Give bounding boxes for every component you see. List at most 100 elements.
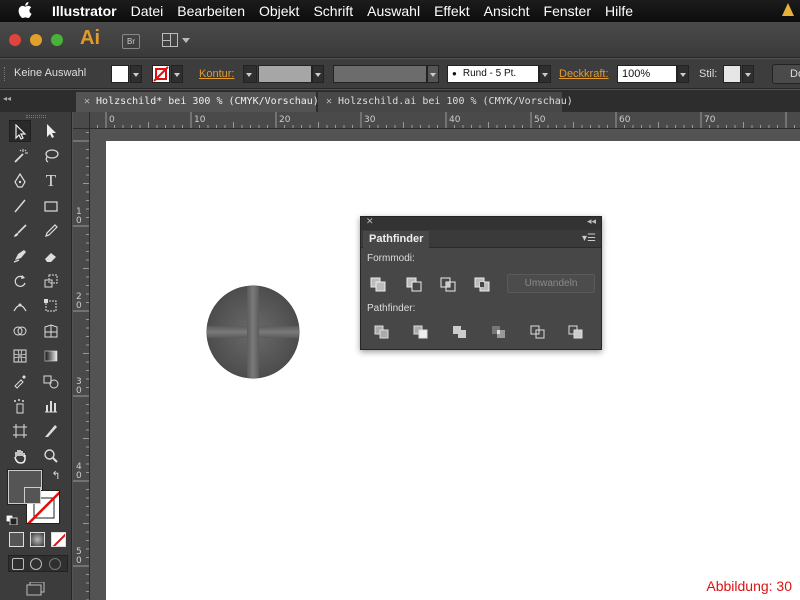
column-graph-tool[interactable]: [40, 395, 62, 417]
pen-tool[interactable]: [9, 170, 31, 192]
tab-pathfinder[interactable]: Pathfinder: [363, 231, 430, 248]
tab-holzschild-300[interactable]: ✕ Holzschild* bei 300 % (CMYK/Vorschau): [76, 92, 319, 112]
eraser-tool[interactable]: [40, 245, 62, 267]
perspective-grid-tool[interactable]: [40, 320, 62, 342]
variable-width-field[interactable]: [333, 65, 427, 83]
menu-effekt[interactable]: Effekt: [434, 3, 470, 19]
close-window-button[interactable]: [9, 34, 21, 46]
color-mode-button[interactable]: [9, 532, 24, 547]
stroke-dropdown[interactable]: [171, 65, 183, 83]
artboard-tool[interactable]: [9, 420, 31, 442]
zoom-window-button[interactable]: [51, 34, 63, 46]
menu-illustrator[interactable]: Illustrator: [52, 3, 117, 19]
stroke-weight-stepper[interactable]: [243, 65, 257, 83]
ruler-origin[interactable]: [73, 112, 90, 129]
selection-tool[interactable]: [9, 120, 31, 142]
trim-icon[interactable]: [412, 324, 430, 340]
panel-grip[interactable]: [4, 67, 7, 81]
swap-fill-stroke-icon[interactable]: ↰: [48, 470, 64, 484]
menu-datei[interactable]: Datei: [131, 3, 164, 19]
minus-back-icon[interactable]: [567, 324, 585, 340]
blend-tool[interactable]: [40, 370, 62, 392]
none-mode-button[interactable]: [51, 532, 66, 547]
intersect-icon[interactable]: [439, 276, 457, 292]
plus-button-artwork[interactable]: [206, 285, 300, 379]
slice-tool[interactable]: [40, 420, 62, 442]
scale-tool[interactable]: [40, 270, 62, 292]
fill-swatch[interactable]: [111, 65, 129, 83]
plus-vertical-bar[interactable]: [247, 285, 259, 379]
graphic-style-swatch[interactable]: [723, 65, 741, 83]
tab-holzschild-100[interactable]: ✕ Holzschild.ai bei 100 % (CMYK/Vorschau): [318, 92, 573, 112]
stroke-label[interactable]: Kontur:: [199, 68, 234, 80]
crop-icon[interactable]: [490, 324, 508, 340]
menu-ansicht[interactable]: Ansicht: [484, 3, 530, 19]
menu-hilfe[interactable]: Hilfe: [605, 3, 633, 19]
opacity-label[interactable]: Deckkraft:: [559, 68, 609, 80]
brush-definition-dropdown[interactable]: [539, 65, 551, 83]
paintbrush-tool[interactable]: [9, 220, 31, 242]
close-tab-icon[interactable]: ✕: [84, 96, 90, 107]
fill-dropdown[interactable]: [130, 65, 142, 83]
lasso-tool[interactable]: [40, 145, 62, 167]
menu-auswahl[interactable]: Auswahl: [367, 3, 420, 19]
zoom-tool[interactable]: [40, 445, 62, 467]
opacity-field[interactable]: 100%: [617, 65, 677, 83]
rectangle-tool[interactable]: [40, 195, 62, 217]
menu-objekt[interactable]: Objekt: [259, 3, 299, 19]
panel-header[interactable]: ✕ ◂◂: [361, 216, 601, 230]
divide-icon[interactable]: [373, 324, 391, 340]
vertical-ruler[interactable]: 1020304050: [73, 129, 90, 600]
blob-brush-tool[interactable]: [9, 245, 31, 267]
arrange-documents-button[interactable]: [162, 32, 190, 50]
gradient-mode-button[interactable]: [30, 532, 45, 547]
expand-button[interactable]: Umwandeln: [507, 274, 595, 293]
minus-front-icon[interactable]: [405, 276, 423, 292]
width-tool[interactable]: [9, 295, 31, 317]
brush-definition-field[interactable]: ● Rund - 5 Pt.: [447, 65, 539, 83]
hand-tool[interactable]: [9, 445, 31, 467]
horizontal-ruler[interactable]: 0 10 20 30 40 50 60 70: [90, 112, 800, 129]
close-tab-icon[interactable]: ✕: [326, 96, 332, 107]
shape-builder-tool[interactable]: [9, 320, 31, 342]
stroke-swatch[interactable]: [152, 65, 170, 83]
draw-inside-icon[interactable]: [49, 558, 61, 570]
change-screen-mode-button[interactable]: [26, 581, 46, 596]
rotate-tool[interactable]: [9, 270, 31, 292]
menu-schrift[interactable]: Schrift: [313, 3, 353, 19]
opacity-dropdown[interactable]: [677, 65, 689, 83]
mesh-tool[interactable]: [9, 345, 31, 367]
type-tool[interactable]: T: [40, 170, 62, 192]
outline-icon[interactable]: [529, 324, 547, 340]
bridge-button[interactable]: Br: [122, 34, 140, 49]
stroke-weight-dropdown[interactable]: [312, 65, 324, 83]
draw-behind-icon[interactable]: [30, 558, 42, 570]
menu-fenster[interactable]: Fenster: [544, 3, 591, 19]
gradient-tool[interactable]: [40, 345, 62, 367]
default-colors-icon[interactable]: [5, 512, 18, 526]
graphic-style-dropdown[interactable]: [742, 65, 754, 83]
collapse-panel-icon[interactable]: ◂◂: [3, 94, 11, 103]
direct-selection-tool[interactable]: [40, 120, 62, 142]
magic-wand-tool[interactable]: [9, 145, 31, 167]
draw-normal-icon[interactable]: [12, 558, 24, 570]
stroke-weight-field[interactable]: [258, 65, 312, 83]
warning-icon[interactable]: [782, 3, 794, 16]
line-segment-tool[interactable]: [9, 195, 31, 217]
apple-icon[interactable]: [18, 1, 38, 21]
eyedropper-tool[interactable]: [9, 370, 31, 392]
panel-menu-icon[interactable]: ▾☰: [582, 233, 596, 244]
variable-width-dropdown[interactable]: [427, 65, 439, 83]
document-setup-button[interactable]: Do: [772, 64, 800, 84]
minimize-window-button[interactable]: [30, 34, 42, 46]
pencil-tool[interactable]: [40, 220, 62, 242]
close-panel-icon[interactable]: ✕: [366, 216, 374, 227]
panel-grip[interactable]: [26, 115, 46, 118]
menu-bearbeiten[interactable]: Bearbeiten: [177, 3, 245, 19]
merge-icon[interactable]: [451, 324, 469, 340]
symbol-sprayer-tool[interactable]: [9, 395, 31, 417]
unite-icon[interactable]: [369, 276, 387, 292]
free-transform-tool[interactable]: [40, 295, 62, 317]
exclude-icon[interactable]: [473, 276, 491, 292]
collapse-panel-icon[interactable]: ◂◂: [587, 216, 596, 227]
